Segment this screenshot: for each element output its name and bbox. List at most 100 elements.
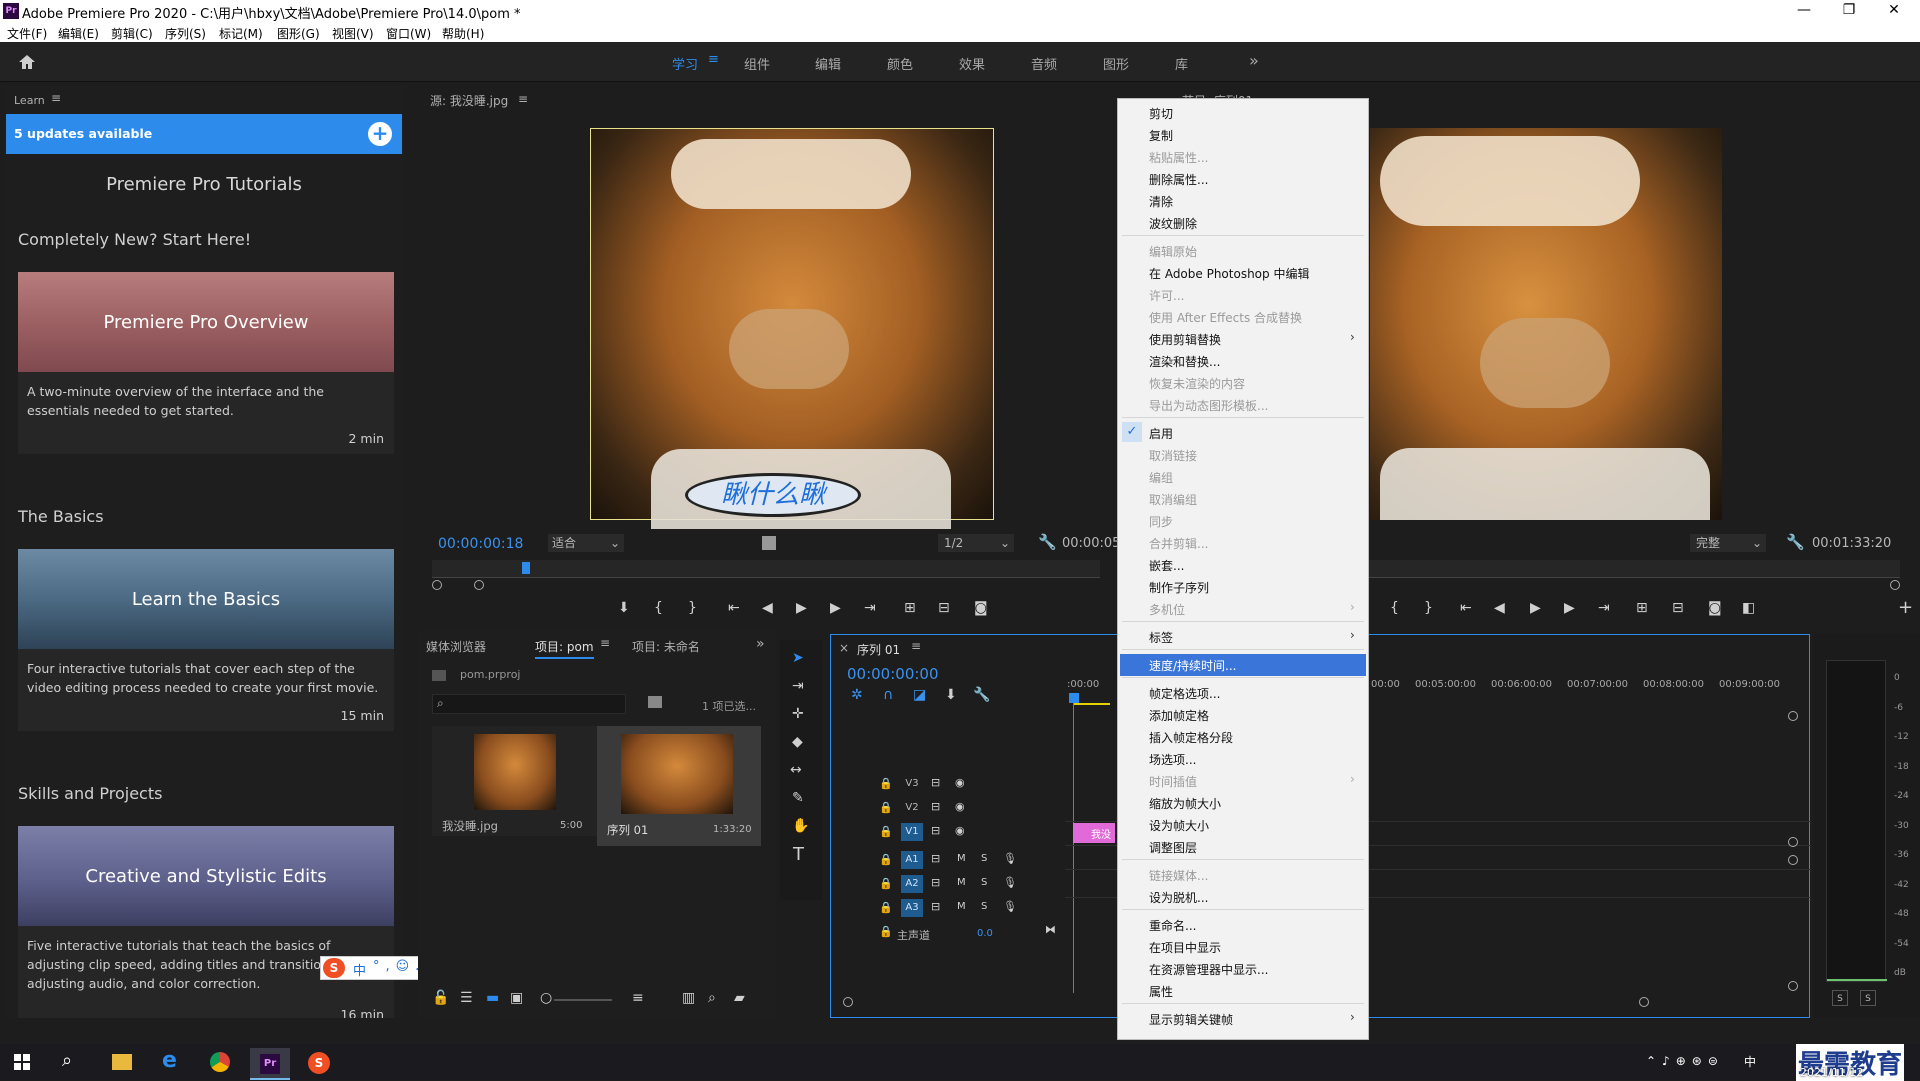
context-menu-item[interactable]: 删除属性... bbox=[1149, 171, 1208, 188]
timeline-tab-menu-icon[interactable]: ≡ bbox=[911, 639, 921, 653]
extract-icon[interactable]: ⊟ bbox=[1672, 600, 1684, 616]
source-zoom-end-handle[interactable] bbox=[474, 580, 484, 590]
lock-icon[interactable]: 🔒 bbox=[879, 825, 893, 838]
context-menu-item[interactable]: 使用剪辑替换 bbox=[1149, 331, 1221, 348]
lock-icon[interactable]: 🔒 bbox=[879, 901, 893, 914]
project-item[interactable]: 序列 01 1:33:20 bbox=[597, 726, 761, 846]
go-to-out-icon[interactable]: ⇥ bbox=[1598, 600, 1610, 616]
track-label-a1[interactable]: A1 bbox=[901, 851, 923, 869]
tab-project-untitled[interactable]: 项目: 未命名 bbox=[632, 638, 700, 655]
solo-left-button[interactable]: S bbox=[1832, 990, 1848, 1006]
source-export-icon[interactable] bbox=[762, 536, 776, 550]
timeline-tab[interactable]: 序列 01 bbox=[857, 641, 900, 658]
context-menu-item[interactable]: 帧定格选项... bbox=[1149, 685, 1220, 702]
new-bin-icon[interactable]: ▰ bbox=[734, 990, 745, 1006]
master-track-value[interactable]: 0.0 bbox=[977, 928, 993, 939]
menu-clip[interactable]: 剪辑(C) bbox=[111, 25, 153, 42]
compare-view-icon[interactable]: ◧ bbox=[1742, 600, 1755, 616]
timeline-timecode[interactable]: 00:00:00:00 bbox=[847, 665, 939, 683]
step-forward-icon[interactable]: ▶ bbox=[1564, 600, 1575, 616]
selection-tool-icon[interactable]: ➤ bbox=[792, 650, 804, 666]
track-select-tool-icon[interactable]: ⇥ bbox=[792, 678, 804, 694]
workspace-libraries[interactable]: 库 bbox=[1175, 54, 1188, 73]
source-image[interactable]: 瞅什么瞅 bbox=[590, 128, 994, 529]
vertical-zoom-handle[interactable] bbox=[1788, 711, 1798, 721]
track-label-a2[interactable]: A2 bbox=[901, 875, 923, 893]
project-item[interactable]: 我没睡.jpg 5:00 bbox=[432, 726, 598, 836]
context-menu-item[interactable]: 制作子序列 bbox=[1149, 579, 1209, 596]
program-settings-icon[interactable]: 🔧 bbox=[1786, 533, 1805, 551]
mute-icon[interactable]: M bbox=[957, 877, 966, 888]
solo-icon[interactable]: S bbox=[981, 901, 987, 912]
context-menu-item[interactable]: 速度/持续时间... bbox=[1149, 657, 1237, 674]
program-image[interactable] bbox=[1370, 128, 1722, 520]
project-tab-menu-icon[interactable]: ≡ bbox=[600, 636, 610, 650]
lock-icon[interactable]: 🔒 bbox=[879, 853, 893, 866]
v1-clip[interactable]: 我没 bbox=[1073, 823, 1115, 843]
edge-browser-icon[interactable]: e bbox=[162, 1048, 177, 1073]
context-menu-item[interactable]: 显示剪辑关键帧 bbox=[1149, 1011, 1233, 1028]
mark-in-icon[interactable]: { bbox=[654, 600, 663, 616]
creative-card-thumbnail[interactable]: Creative and Stylistic Edits bbox=[18, 826, 394, 926]
learn-tab-menu-icon[interactable]: ≡ bbox=[51, 91, 61, 105]
source-fit-select[interactable]: 适合 ⌄ bbox=[548, 534, 624, 552]
program-zoom-handle[interactable] bbox=[1890, 580, 1900, 590]
overview-card-thumbnail[interactable]: Premiere Pro Overview bbox=[18, 272, 394, 372]
source-tab-menu-icon[interactable]: ≡ bbox=[518, 92, 528, 106]
context-menu-item[interactable]: 嵌套... bbox=[1149, 557, 1184, 574]
timeline-settings-icon[interactable]: 🔧 bbox=[973, 687, 990, 703]
step-forward-icon[interactable]: ▶ bbox=[830, 600, 841, 616]
snap-icon[interactable]: ✲ bbox=[851, 687, 863, 703]
mute-icon[interactable]: M bbox=[957, 853, 966, 864]
export-frame-icon[interactable]: ◙ bbox=[1708, 600, 1722, 616]
close-button[interactable]: ✕ bbox=[1880, 2, 1908, 18]
solo-icon[interactable]: S bbox=[981, 853, 987, 864]
sync-lock-icon[interactable]: ⊟ bbox=[931, 876, 940, 889]
lock-icon[interactable]: 🔒 bbox=[879, 877, 893, 890]
context-menu-item[interactable]: 重命名... bbox=[1149, 917, 1196, 934]
mark-out-icon[interactable]: } bbox=[688, 600, 697, 616]
context-menu-item[interactable]: 添加帧定格 bbox=[1149, 707, 1209, 724]
tab-media-browser[interactable]: 媒体浏览器 bbox=[426, 638, 486, 655]
context-menu-item[interactable]: 波纹删除 bbox=[1149, 215, 1197, 232]
context-menu-item[interactable]: 缩放为帧大小 bbox=[1149, 795, 1221, 812]
vertical-zoom-handle[interactable] bbox=[1788, 981, 1798, 991]
sync-lock-icon[interactable]: ⊟ bbox=[931, 824, 940, 837]
mute-icon[interactable]: M bbox=[957, 901, 966, 912]
context-menu-item[interactable]: 在项目中显示 bbox=[1149, 939, 1221, 956]
horizontal-scroll-handle[interactable] bbox=[1639, 997, 1649, 1007]
button-editor-plus-icon[interactable]: + bbox=[1898, 597, 1913, 618]
step-back-icon[interactable]: ◀ bbox=[1494, 600, 1505, 616]
context-menu-item[interactable]: 调整图层 bbox=[1149, 839, 1197, 856]
context-menu-item[interactable]: 复制 bbox=[1149, 127, 1173, 144]
export-frame-icon[interactable]: ◙ bbox=[974, 600, 988, 616]
context-menu-item[interactable]: 启用 bbox=[1149, 425, 1173, 442]
context-menu-item[interactable]: 属性 bbox=[1149, 983, 1173, 1000]
linked-selection-icon[interactable]: ∩ bbox=[883, 687, 893, 703]
menu-window[interactable]: 窗口(W) bbox=[386, 25, 431, 42]
maximize-button[interactable]: ❐ bbox=[1835, 2, 1863, 18]
eye-icon[interactable]: ◉ bbox=[955, 800, 965, 813]
context-menu-item[interactable]: 剪切 bbox=[1149, 105, 1173, 122]
menu-graphics[interactable]: 图形(G) bbox=[277, 25, 320, 42]
source-timecode[interactable]: 00:00:00:18 bbox=[438, 536, 523, 552]
project-bin-icon[interactable] bbox=[648, 696, 662, 708]
track-label-v1[interactable]: V1 bbox=[901, 823, 923, 841]
menu-file[interactable]: 文件(F) bbox=[7, 25, 47, 42]
pen-tool-icon[interactable]: ✎ bbox=[792, 790, 804, 806]
icon-view-icon[interactable]: ▬ bbox=[486, 990, 499, 1006]
workspace-audio[interactable]: 音频 bbox=[1031, 54, 1057, 73]
overview-card[interactable]: A two-minute overview of the interface a… bbox=[18, 372, 394, 454]
context-menu-item[interactable]: 插入帧定格分段 bbox=[1149, 729, 1233, 746]
context-menu-item[interactable]: 标签 bbox=[1149, 629, 1173, 646]
search-icon[interactable]: ⌕ bbox=[62, 1050, 72, 1071]
tab-project-pom[interactable]: 项目: pom bbox=[535, 638, 594, 659]
lock-icon[interactable]: 🔓 bbox=[432, 990, 449, 1006]
lock-icon[interactable]: 🔒 bbox=[879, 925, 893, 938]
lock-icon[interactable]: 🔒 bbox=[879, 801, 893, 814]
source-settings-icon[interactable]: 🔧 bbox=[1038, 533, 1057, 551]
ime-indicator[interactable]: 中 bbox=[1744, 1053, 1756, 1070]
basics-card[interactable]: Four interactive tutorials that cover ea… bbox=[18, 649, 394, 731]
workspace-color[interactable]: 颜色 bbox=[887, 54, 913, 73]
context-menu-item[interactable]: 清除 bbox=[1149, 193, 1173, 210]
